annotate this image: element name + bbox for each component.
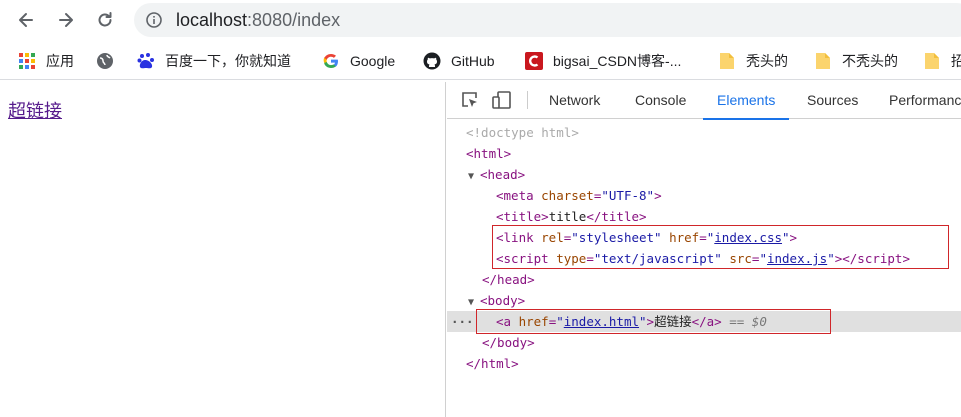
apps-grid-icon	[18, 52, 36, 70]
toolbar-divider	[527, 91, 528, 109]
bookmark-folder[interactable]: 不秃头的	[814, 51, 898, 71]
tab-console[interactable]: Console	[621, 82, 700, 119]
dom-node-body[interactable]: ▼ <body>	[447, 290, 961, 311]
attr-name: charset	[541, 188, 594, 203]
bookmark-label: 不秃头的	[842, 53, 898, 69]
tab-performance[interactable]: Performanc	[875, 82, 961, 119]
tag-head-open: <head>	[480, 167, 526, 182]
url-host: localhost	[176, 10, 248, 30]
bookmarks-bar: 应用 百度一下，你就知道 Google GitHub bigsai_CSDN博客…	[0, 42, 961, 80]
dom-node-link[interactable]: <link rel="stylesheet" href="index.css">	[447, 227, 961, 248]
google-icon	[322, 52, 340, 70]
url-text[interactable]: localhost:8080/index	[176, 10, 340, 31]
folder-icon	[718, 52, 736, 70]
tag-html-open: <html>	[466, 146, 512, 161]
folder-icon	[923, 52, 941, 70]
address-bar[interactable]: localhost:8080/index	[134, 3, 961, 37]
bookmark-label: Google	[350, 53, 396, 69]
folder-icon	[814, 52, 832, 70]
bookmark-folder[interactable]: 秃头的	[718, 51, 788, 71]
dom-node-head[interactable]: ▼ <head>	[447, 164, 961, 185]
reload-icon[interactable]	[93, 8, 117, 32]
back-arrow-icon[interactable]	[14, 8, 38, 32]
title-text: title	[548, 209, 587, 224]
dom-node-meta[interactable]: <meta charset="UTF-8">	[447, 185, 961, 206]
tab-sources[interactable]: Sources	[793, 82, 872, 119]
attr-name: rel	[541, 230, 564, 245]
page-viewport: 超链接	[0, 82, 446, 417]
attr-value: "stylesheet"	[571, 230, 662, 245]
browser-toolbar: localhost:8080/index	[0, 0, 961, 40]
anchor-text: 超链接	[654, 314, 692, 329]
dom-node-body-close[interactable]: </body>	[447, 332, 961, 353]
bookmark-label: 招	[951, 53, 961, 69]
expand-triangle-icon[interactable]: ▼	[468, 292, 480, 313]
attr-name: href	[518, 314, 549, 329]
dom-node-html[interactable]: <html>	[447, 143, 961, 164]
devtools-panel: Network Console Elements Sources Perform…	[447, 82, 961, 417]
url-path: :8080/index	[247, 10, 341, 30]
script-link[interactable]: index.js	[767, 251, 827, 266]
stylesheet-link[interactable]: index.css	[714, 230, 782, 245]
page-hyperlink[interactable]: 超链接	[8, 97, 62, 123]
selected-marker: == $0	[729, 314, 767, 329]
elements-tree: <!doctype html> <html> ▼ <head> <meta cha…	[447, 120, 961, 417]
forward-arrow-icon[interactable]	[54, 8, 78, 32]
anchor-href-link[interactable]: index.html	[564, 314, 639, 329]
tab-elements[interactable]: Elements	[703, 82, 790, 120]
tag-head-close: </head>	[482, 272, 535, 287]
attr-value: "UTF-8"	[601, 188, 655, 203]
attr-name: type	[556, 251, 587, 266]
dom-node-head-close[interactable]: </head>	[447, 269, 961, 290]
bookmark-apps[interactable]: 应用	[18, 51, 74, 71]
bookmark-github[interactable]: GitHub	[423, 51, 495, 71]
expand-triangle-icon[interactable]: ▼	[468, 166, 480, 187]
bookmark-label: GitHub	[451, 53, 495, 69]
tag-body-close: </body>	[482, 335, 535, 350]
dom-node-anchor-selected[interactable]: ··· <a href="index.html">超链接</a> == $0	[447, 311, 961, 332]
baidu-icon	[137, 52, 155, 70]
attr-value: "text/javascript"	[593, 251, 722, 266]
tab-network[interactable]: Network	[535, 82, 614, 119]
bookmark-label: 秃头的	[746, 53, 788, 69]
globe-icon	[96, 52, 114, 70]
devtools-tabbar: Network Console Elements Sources Perform…	[447, 82, 961, 120]
github-icon	[423, 52, 441, 70]
bookmark-label: bigsai_CSDN博客-...	[553, 53, 682, 69]
info-icon[interactable]	[146, 12, 162, 28]
attr-name: src	[729, 251, 752, 266]
device-toolbar-icon[interactable]	[492, 90, 512, 110]
more-options-icon[interactable]: ···	[451, 311, 474, 332]
dom-node-title[interactable]: <title>title</title>	[447, 206, 961, 227]
bookmark-baidu[interactable]: 百度一下，你就知道	[137, 51, 291, 71]
doctype-text: <!doctype html>	[466, 125, 579, 140]
bookmark-folder[interactable]: 招	[923, 51, 961, 71]
bookmark-google[interactable]: Google	[322, 51, 395, 71]
tag-body-open: <body>	[480, 293, 526, 308]
inspect-element-icon[interactable]	[460, 90, 480, 110]
bookmark-csdn[interactable]: bigsai_CSDN博客-...	[525, 51, 681, 71]
attr-name: href	[669, 230, 700, 245]
dom-node-doctype[interactable]: <!doctype html>	[447, 122, 961, 143]
csdn-icon	[525, 52, 543, 70]
dom-node-script[interactable]: <script type="text/javascript" src="inde…	[447, 248, 961, 269]
bookmark-label: 应用	[46, 53, 74, 69]
bookmark-globe[interactable]	[96, 51, 124, 71]
dom-node-html-close[interactable]: </html>	[447, 353, 961, 374]
bookmark-label: 百度一下，你就知道	[165, 53, 291, 69]
tag-html-close: </html>	[466, 356, 519, 371]
